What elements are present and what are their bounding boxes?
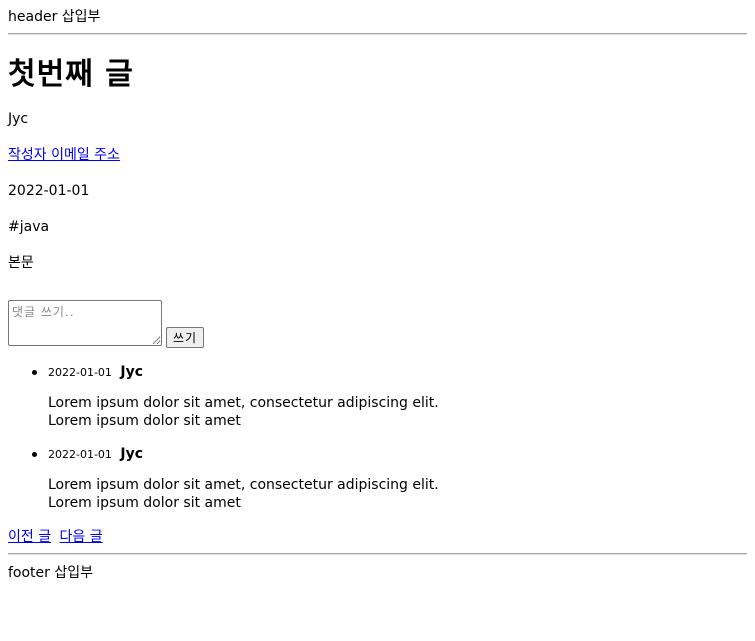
prev-post-link[interactable]: 이전 글 [8, 529, 51, 545]
site-header: header 삽입부 [8, 0, 747, 35]
post-navigation: 이전 글 다음 글 [8, 528, 747, 546]
comment-form: 쓰기 [8, 300, 747, 348]
comment-text: Lorem ipsum dolor sit amet, consectetur … [48, 395, 439, 429]
footer-text: footer 삽입부 [8, 565, 94, 581]
article-title: 첫번째 글 [8, 57, 134, 92]
article: 첫번째 글 Jyc 작성자 이메일 주소 2022-01-01 #java 본문… [8, 55, 747, 546]
header-text: header 삽입부 [8, 9, 101, 25]
comment-item: 2022-01-01 Jyc Lorem ipsum dolor sit ame… [32, 446, 747, 512]
comment-text: Lorem ipsum dolor sit amet, consectetur … [48, 477, 439, 511]
comment-date: 2022-01-01 [48, 448, 112, 461]
article-author: Jyc [8, 111, 29, 127]
bullet-icon [32, 370, 37, 375]
comment-list: 2022-01-01 Jyc Lorem ipsum dolor sit ame… [8, 364, 747, 512]
comment-submit-button[interactable]: 쓰기 [166, 327, 205, 348]
next-post-link[interactable]: 다음 글 [60, 529, 103, 545]
author-email-link[interactable]: 작성자 이메일 주소 [8, 147, 120, 163]
comment-date: 2022-01-01 [48, 366, 112, 379]
article-meta: Jyc 작성자 이메일 주소 2022-01-01 #java 본문 [8, 110, 747, 272]
site-footer: footer 삽입부 [8, 553, 747, 582]
header-divider [8, 33, 747, 35]
article-hashtag: #java [8, 219, 50, 235]
comment-item: 2022-01-01 Jyc Lorem ipsum dolor sit ame… [32, 364, 747, 430]
article-body: 본문 [8, 255, 34, 271]
article-date: 2022-01-01 [8, 183, 90, 199]
comment-author: Jyc [120, 446, 144, 462]
comment-input[interactable] [8, 300, 162, 346]
footer-divider [8, 553, 747, 555]
bullet-icon [32, 452, 37, 457]
comment-author: Jyc [120, 364, 144, 380]
page: header 삽입부 첫번째 글 Jyc 작성자 이메일 주소 2022-01-… [0, 0, 755, 582]
